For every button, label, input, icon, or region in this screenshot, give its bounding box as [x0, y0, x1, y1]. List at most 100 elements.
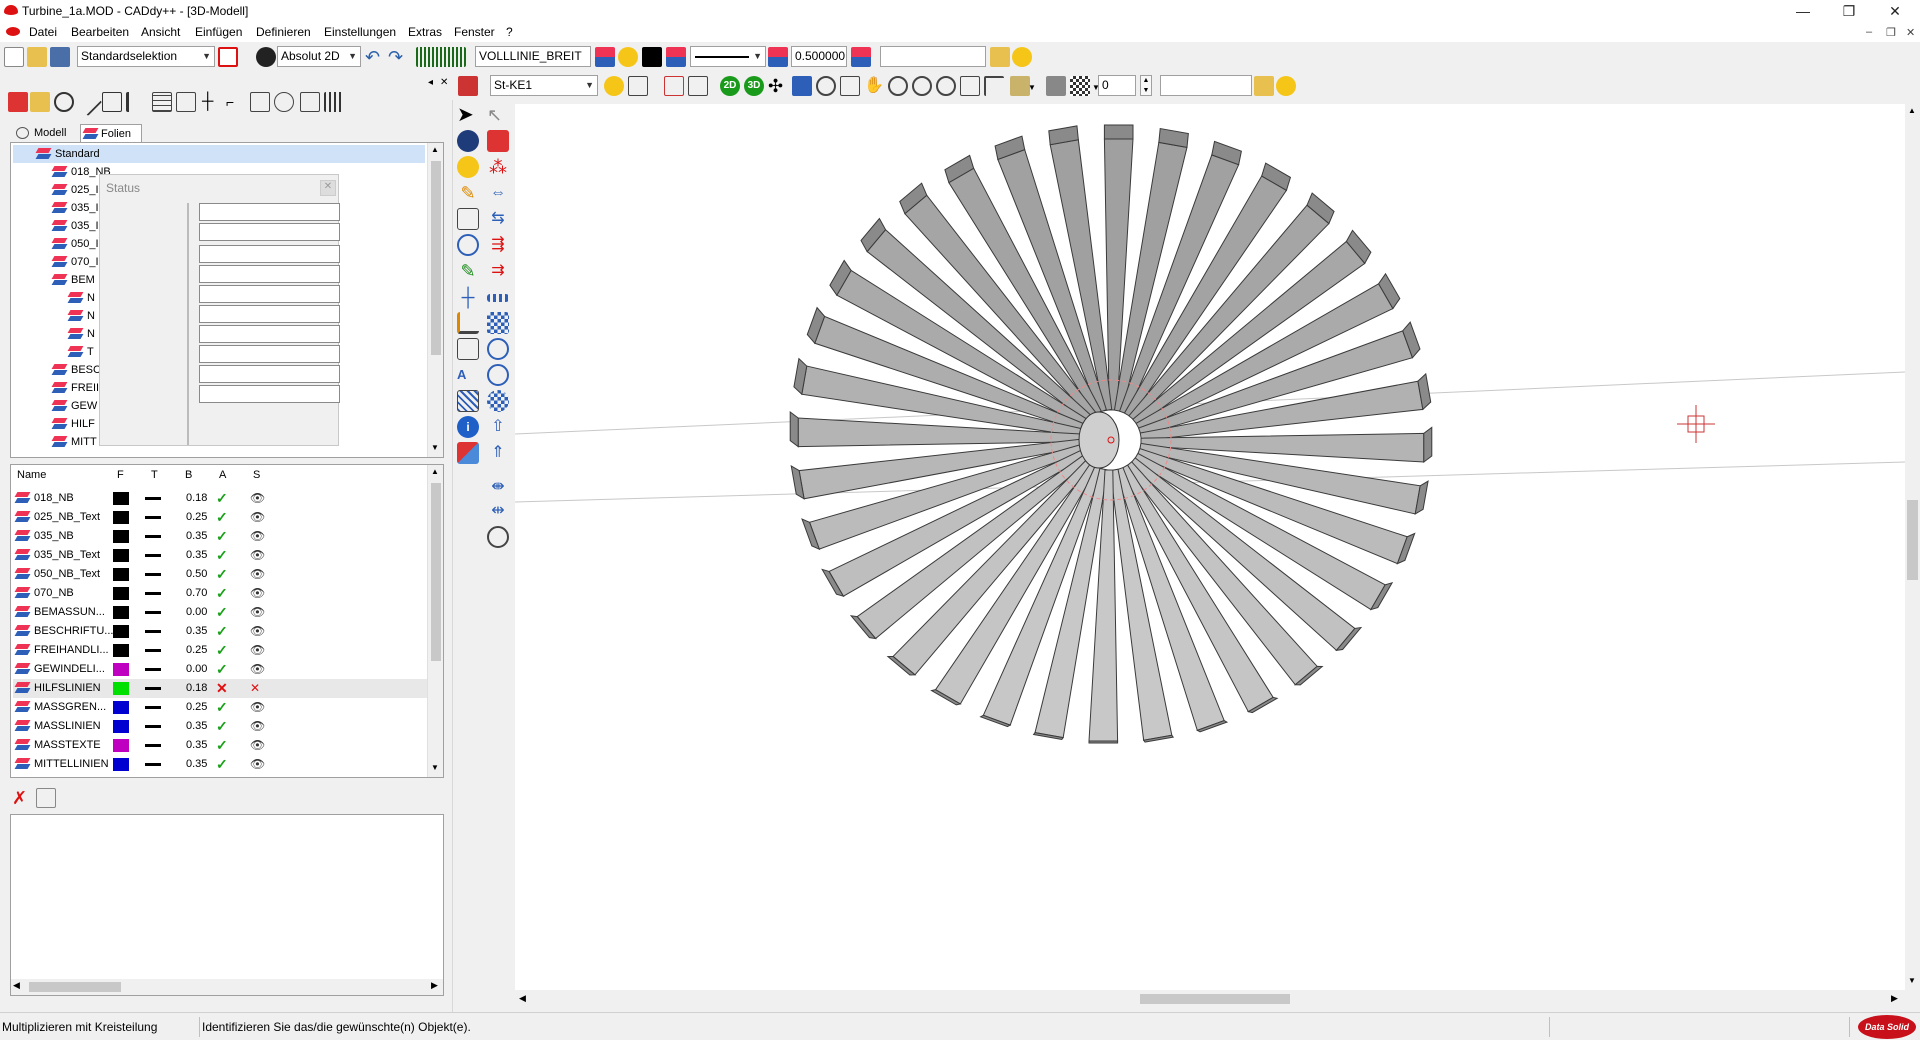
- table-row[interactable]: MASSGREN... 0.25 ✓ 👁: [13, 698, 431, 717]
- eraser-icon[interactable]: [457, 442, 479, 464]
- axis-icon[interactable]: ⁂: [487, 156, 509, 178]
- layer-color-swatch[interactable]: [113, 682, 129, 695]
- redo-icon[interactable]: ↷: [388, 47, 408, 67]
- layer-width[interactable]: 0.35: [186, 546, 207, 565]
- selection-mode-select[interactable]: Standardselektion ▼: [77, 46, 215, 67]
- scroll-down-icon[interactable]: ▼: [1908, 976, 1916, 985]
- dock-pin-icon[interactable]: ◂: [428, 77, 433, 88]
- menu-fenster[interactable]: Fenster: [454, 25, 495, 39]
- status-field-8[interactable]: [199, 345, 340, 363]
- table-row[interactable]: FREIHANDLI... 0.25 ✓ 👁: [13, 641, 431, 660]
- menu-datei[interactable]: Datei: [29, 25, 57, 39]
- layer-active-icon[interactable]: ✓: [216, 641, 228, 660]
- layer-width[interactable]: 0.50: [186, 565, 207, 584]
- tree-scroll-thumb[interactable]: [431, 161, 441, 355]
- layer-number-input[interactable]: 0: [1098, 75, 1136, 96]
- menu-help[interactable]: ?: [506, 25, 513, 39]
- menu-extras[interactable]: Extras: [408, 25, 442, 39]
- layer-linetype[interactable]: [145, 706, 161, 709]
- col-header-width[interactable]: B: [185, 469, 192, 481]
- light-icon[interactable]: [604, 76, 624, 96]
- zoom-all-icon[interactable]: [936, 76, 956, 96]
- properties-hscrollbar[interactable]: ◀ ▶: [11, 979, 443, 995]
- layer-active-icon[interactable]: ✓: [216, 717, 228, 736]
- layer-color-swatch[interactable]: [113, 739, 129, 752]
- menu-einfuegen[interactable]: Einfügen: [195, 25, 242, 39]
- layer-color-swatch[interactable]: [113, 549, 129, 562]
- layer-width[interactable]: 0.00: [186, 603, 207, 622]
- status-field-6[interactable]: [199, 305, 340, 323]
- status-field-9[interactable]: [199, 365, 340, 383]
- layer-width[interactable]: 0.00: [186, 660, 207, 679]
- table-row[interactable]: 035_NB_Text 0.35 ✓ 👁: [13, 546, 431, 565]
- stretch-icon[interactable]: ⇧: [487, 416, 509, 438]
- table-row[interactable]: 025_NB_Text 0.25 ✓ 👁: [13, 508, 431, 527]
- zoom-out-icon[interactable]: [912, 76, 932, 96]
- layer-linetype[interactable]: [145, 649, 161, 652]
- split-icon[interactable]: ⇼: [487, 476, 509, 498]
- layer-visible-icon[interactable]: 👁: [250, 755, 265, 774]
- layer-visible-icon[interactable]: 👁: [250, 641, 265, 660]
- hint-bulb-icon[interactable]: [1012, 47, 1032, 67]
- status-field-5[interactable]: [199, 285, 340, 303]
- shaded-cube-icon[interactable]: [1010, 76, 1030, 96]
- layer-color-swatch[interactable]: [113, 568, 129, 581]
- menu-bearbeiten[interactable]: Bearbeiten: [71, 25, 129, 39]
- tree-root-standard[interactable]: Standard: [13, 145, 425, 163]
- col-header-type[interactable]: T: [151, 469, 158, 481]
- close-button[interactable]: ✕: [1872, 0, 1918, 22]
- section-icon[interactable]: [984, 76, 1004, 96]
- table-row[interactable]: HILFSLINIEN 0.18 ✕ ✕: [13, 679, 431, 698]
- layer-linetype[interactable]: [145, 611, 161, 614]
- layer-visible-icon[interactable]: 👁: [250, 546, 265, 565]
- status-popup-close-icon[interactable]: ✕: [320, 180, 336, 196]
- rotate-tool-icon[interactable]: [457, 234, 479, 256]
- copy-icon[interactable]: ⇉: [487, 260, 509, 282]
- col-header-active[interactable]: A: [219, 469, 226, 481]
- layer-width[interactable]: 0.25: [186, 698, 207, 717]
- scroll-down-icon[interactable]: ▼: [431, 443, 439, 452]
- scroll-right-icon[interactable]: ▶: [1891, 993, 1898, 1004]
- layer-folder-icon[interactable]: [30, 92, 50, 112]
- zoom-fit-icon[interactable]: [840, 76, 860, 96]
- layer-color-swatch[interactable]: [113, 587, 129, 600]
- layer-active-icon[interactable]: ✓: [216, 755, 228, 774]
- zoom-in-icon[interactable]: [888, 76, 908, 96]
- cube-icon[interactable]: [300, 92, 320, 112]
- mdi-restore-button[interactable]: ❐: [1886, 26, 1896, 39]
- brush-icon[interactable]: [126, 92, 146, 112]
- layer-width[interactable]: 0.18: [186, 489, 207, 508]
- layer-visible-icon[interactable]: 👁: [250, 565, 265, 584]
- layer-visible-icon[interactable]: 👁: [250, 527, 265, 546]
- scroll-up-icon[interactable]: ▲: [1908, 106, 1916, 115]
- grid-icon[interactable]: [416, 47, 466, 67]
- viewport-hscrollbar[interactable]: ◀ ▶: [515, 990, 1905, 1008]
- layer-linetype[interactable]: [145, 497, 161, 500]
- layer-width[interactable]: 0.70: [186, 584, 207, 603]
- layer-active-icon[interactable]: ✓: [216, 489, 228, 508]
- status-field-2[interactable]: [199, 223, 340, 241]
- mdi-close-button[interactable]: ✕: [1906, 26, 1915, 39]
- sphere-tool-icon[interactable]: [457, 130, 479, 152]
- table-row[interactable]: 050_NB_Text 0.50 ✓ 👁: [13, 565, 431, 584]
- tree-scrollbar[interactable]: ▲ ▼: [427, 143, 443, 457]
- layer-active-icon[interactable]: ✓: [216, 736, 228, 755]
- cut-tool-icon[interactable]: [457, 208, 479, 230]
- layer-active-icon[interactable]: ✓: [216, 660, 228, 679]
- centerline-icon[interactable]: ┼: [457, 286, 479, 308]
- 3d-viewport[interactable]: [514, 104, 1906, 990]
- select-frame-icon[interactable]: [218, 47, 238, 67]
- dimension-icon[interactable]: [176, 92, 196, 112]
- layer-visible-icon[interactable]: 👁: [250, 622, 265, 641]
- edge-icon[interactable]: [688, 76, 708, 96]
- layer-linetype[interactable]: [145, 592, 161, 595]
- tab-folien[interactable]: Folien: [80, 124, 142, 142]
- layer-active-icon[interactable]: ✓: [216, 508, 228, 527]
- scroll-left-icon[interactable]: ◀: [519, 993, 526, 1004]
- layer-active-icon[interactable]: ✓: [216, 622, 228, 641]
- layer-visible-icon[interactable]: 👁: [250, 584, 265, 603]
- toolbar-search-input[interactable]: [880, 46, 986, 67]
- layer-linetype[interactable]: [145, 668, 161, 671]
- layer-linetype[interactable]: [145, 725, 161, 728]
- layer-linetype[interactable]: [145, 516, 161, 519]
